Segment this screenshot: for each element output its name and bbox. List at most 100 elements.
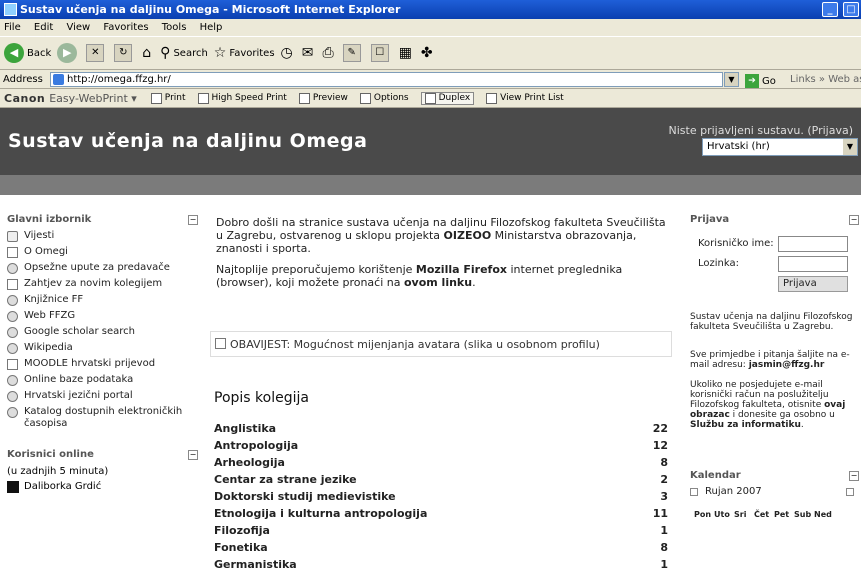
sidebar-item[interactable]: Vijesti: [0, 228, 200, 244]
account-info-text: Ukoliko ne posjedujete e-mail korisnički…: [688, 380, 861, 430]
canon-duplex-button[interactable]: Duplex: [420, 91, 475, 105]
course-category-link[interactable]: Fonetika: [214, 541, 268, 554]
sidebar-item-label: Knjižnice FF: [24, 294, 84, 305]
search-button[interactable]: ⚲ Search: [160, 40, 208, 66]
sidebar-item-label: Web FFZG: [24, 310, 76, 321]
chevron-icon[interactable]: »: [819, 74, 828, 85]
back-label: Back: [27, 47, 52, 59]
document-icon: [7, 359, 18, 370]
course-category-link[interactable]: Centar za strane jezike: [214, 473, 357, 486]
history-button[interactable]: ◷: [281, 40, 296, 66]
sidebar-item[interactable]: Online baze podataka: [0, 372, 200, 388]
sidebar-item[interactable]: Knjižnice FF: [0, 292, 200, 308]
favorites-button[interactable]: ☆ Favorites: [214, 40, 275, 66]
course-category-link[interactable]: Etnologija i kulturna antropologija: [214, 507, 427, 520]
canon-high-speed-print-button[interactable]: High Speed Print: [197, 92, 287, 104]
course-category-row: Doktorski studij medievistike 3: [214, 488, 668, 505]
sidebar-item[interactable]: Zahtjev za novim kolegijem: [0, 276, 200, 292]
contact-text: Sve primjedbe i pitanja šaljite na e-mai…: [688, 350, 861, 370]
minimize-button[interactable]: _: [822, 2, 838, 17]
menu-edit[interactable]: Edit: [34, 22, 53, 33]
sidebar-item[interactable]: MOODLE hrvatski prijevod: [0, 356, 200, 372]
menu-favorites[interactable]: Favorites: [103, 22, 148, 33]
course-category-link[interactable]: Doktorski studij medievistike: [214, 490, 396, 503]
menu-file[interactable]: File: [4, 22, 21, 33]
stop-button[interactable]: ✕: [86, 40, 108, 66]
collapse-icon[interactable]: −: [188, 450, 198, 460]
links-button[interactable]: Links: [790, 74, 816, 85]
username-input[interactable]: [778, 236, 848, 252]
maximize-button[interactable]: □: [843, 2, 859, 17]
it-service-link[interactable]: Službu za informatiku: [690, 420, 801, 430]
download-link[interactable]: ovom linku: [404, 276, 472, 289]
refresh-button[interactable]: ↻: [114, 40, 136, 66]
printer-icon: [150, 92, 162, 104]
address-dropdown[interactable]: ▼: [724, 72, 739, 87]
sidebar-item[interactable]: O Omegi: [0, 244, 200, 260]
password-input[interactable]: [778, 256, 848, 272]
home-icon: ⌂: [142, 45, 152, 61]
main-menu-list: Vijesti O Omegi Opsežne upute za predavače…: [0, 228, 200, 432]
sidebar-item[interactable]: Web FFZG: [0, 308, 200, 324]
collapse-icon[interactable]: −: [849, 471, 859, 481]
collapse-icon[interactable]: −: [849, 215, 859, 225]
menu-view[interactable]: View: [66, 22, 90, 33]
menu-tools[interactable]: Tools: [162, 22, 187, 33]
sidebar-item[interactable]: Hrvatski jezični portal: [0, 388, 200, 404]
canon-preview-label: Preview: [312, 93, 348, 103]
course-category-link[interactable]: Arheologija: [214, 456, 285, 469]
canon-print-button[interactable]: Print: [150, 92, 186, 104]
messenger-button[interactable]: ✤: [421, 40, 436, 66]
canon-product-label: Easy-WebPrint: [49, 91, 128, 105]
discuss-button[interactable]: ☐: [370, 40, 393, 66]
course-category-row: Fonetika 8: [214, 539, 668, 556]
online-user[interactable]: Daliborka Grdić: [0, 479, 200, 495]
edit-button[interactable]: ✎: [342, 40, 365, 66]
favorites-label: Favorites: [229, 47, 275, 59]
course-category-link[interactable]: Anglistika: [214, 422, 276, 435]
course-category-row: Arheologija 8: [214, 454, 668, 471]
course-category-row: Antropologija 12: [214, 437, 668, 454]
back-button[interactable]: ◀ Back: [4, 40, 51, 66]
sidebar-item-label: Hrvatski jezični portal: [24, 390, 133, 401]
main-menu-header: Glavni izbornik −: [0, 212, 200, 228]
globe-icon: [7, 311, 18, 322]
language-select[interactable]: Hrvatski (hr) ▼: [702, 138, 858, 156]
login-status: Niste prijavljeni sustavu. (Prijava): [669, 124, 854, 137]
main-menu-title: Glavni izbornik: [7, 214, 92, 225]
sidebar-item[interactable]: Opsežne upute za predavače: [0, 260, 200, 276]
collapse-icon[interactable]: −: [188, 215, 198, 225]
forward-button[interactable]: ▶: [57, 40, 80, 66]
research-icon: ▦: [398, 45, 412, 61]
login-link[interactable]: (Prijava): [807, 124, 853, 137]
notice-box[interactable]: OBAVIJEST: Mogućnost mijenjanja avatara …: [210, 331, 672, 357]
sidebar-item[interactable]: Google scholar search: [0, 324, 200, 340]
web-assistant-button[interactable]: Web assistant: [828, 74, 861, 85]
calendar-weekday: Čet: [754, 510, 770, 519]
home-button[interactable]: ⌂: [142, 40, 154, 66]
next-month-button[interactable]: [846, 488, 854, 496]
duplex-icon: [424, 92, 436, 104]
login-button[interactable]: Prijava: [778, 276, 848, 292]
canon-preview-button[interactable]: Preview: [298, 92, 348, 104]
firefox-link[interactable]: Mozilla Firefox: [416, 263, 507, 276]
account-info-end: .: [800, 420, 804, 430]
course-category-link[interactable]: Antropologija: [214, 439, 298, 452]
address-input[interactable]: http://omega.ffzg.hr/: [50, 72, 723, 87]
canon-product-menu[interactable]: Easy-WebPrint ▾: [49, 92, 137, 105]
canon-options-button[interactable]: Options: [359, 92, 409, 104]
sidebar-item[interactable]: Katalog dostupnih elektroničkih časopisa: [0, 404, 200, 432]
canon-high-speed-print-label: High Speed Print: [211, 93, 287, 103]
mail-button[interactable]: ✉: [302, 40, 317, 66]
course-category-link[interactable]: Filozofija: [214, 524, 270, 537]
contact-email[interactable]: jasmin@ffzg.hr: [749, 360, 825, 370]
printer-icon: [197, 92, 209, 104]
course-category-link[interactable]: Germanistika: [214, 558, 297, 571]
research-button[interactable]: ▦: [399, 40, 415, 66]
print-button[interactable]: ⎙: [322, 40, 336, 66]
previous-month-button[interactable]: [690, 488, 698, 496]
canon-view-print-list-button[interactable]: View Print List: [486, 92, 564, 104]
menu-help[interactable]: Help: [200, 22, 223, 33]
left-sidebar: Glavni izbornik − Vijesti O Omegi Opsežne …: [0, 212, 200, 495]
sidebar-item[interactable]: Wikipedia: [0, 340, 200, 356]
